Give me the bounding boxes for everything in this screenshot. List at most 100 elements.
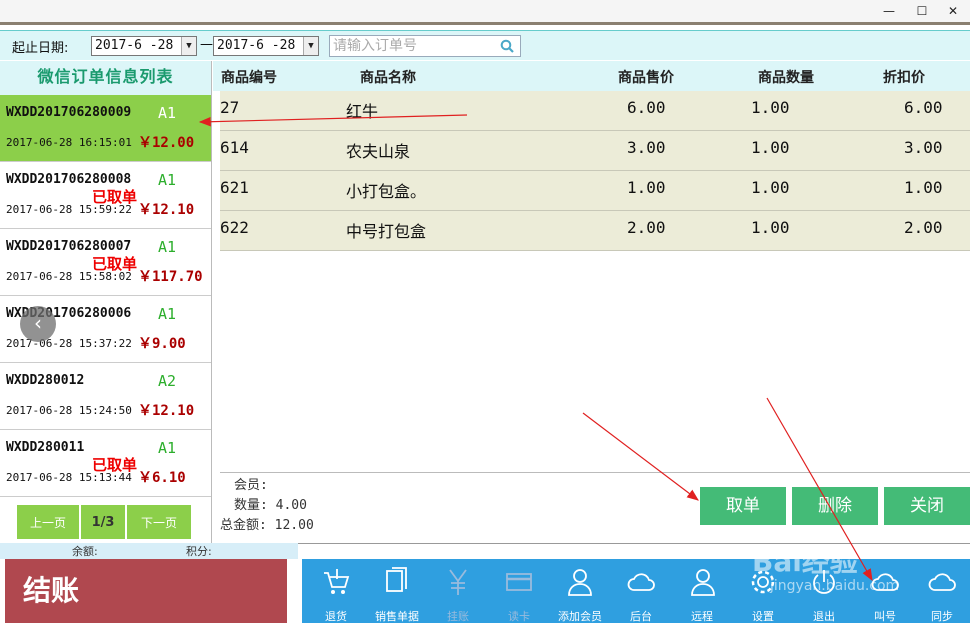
- search-icon[interactable]: [500, 39, 514, 53]
- tool-label: 读卡: [508, 610, 530, 623]
- tool-return[interactable]: 退货: [308, 559, 364, 623]
- col-product-code: 商品编号: [221, 70, 277, 86]
- product-price: 6.00: [627, 98, 666, 117]
- take-order-button[interactable]: 取单: [700, 487, 786, 525]
- watermark-brand: Bai经验: [752, 545, 858, 578]
- table-row[interactable]: 614 农夫山泉 3.00 1.00 3.00: [220, 131, 970, 171]
- points-label: 积分:: [186, 545, 212, 558]
- tool-label: 退货: [325, 610, 347, 623]
- table-row[interactable]: 622 中号打包盒 2.00 1.00 2.00: [220, 211, 970, 251]
- next-page-button[interactable]: 下一页: [126, 504, 192, 540]
- product-discount: 2.00: [904, 218, 943, 237]
- tool-backend[interactable]: 后台: [613, 559, 669, 623]
- tool-remote[interactable]: 远程: [674, 559, 730, 623]
- start-date-picker[interactable]: 2017-6 -28 ▼: [91, 36, 197, 56]
- table-row[interactable]: 621 小打包盒。 1.00 1.00 1.00: [220, 171, 970, 211]
- order-amount: ￥12.10: [138, 403, 195, 419]
- qty-value: 4.00: [275, 498, 307, 513]
- product-qty: 1.00: [751, 218, 790, 237]
- product-table-body: 27 红牛 6.00 1.00 6.00 614 农夫山泉 3.00 1.00 …: [220, 91, 970, 251]
- watermark-url: jingyan.baidu.com: [770, 578, 900, 594]
- product-qty: 1.00: [751, 98, 790, 117]
- filter-bar: 起止日期: 2017-6 -28 ▼ — 2017-6 -28 ▼: [0, 30, 970, 60]
- pos-wechat-order-window: — ☐ ✕ 起止日期: 2017-6 -28 ▼ — 2017-6 -28 ▼ …: [0, 0, 970, 623]
- dropdown-arrow-icon[interactable]: ▼: [303, 37, 318, 55]
- yen-icon: [449, 569, 467, 595]
- product-discount: 6.00: [904, 98, 943, 117]
- start-date-value: 2017-6 -28: [95, 38, 174, 53]
- checkout-button[interactable]: 结账: [5, 559, 287, 623]
- col-discount-price: 折扣价: [883, 70, 925, 86]
- order-time: 2017-06-28 16:15:01: [6, 136, 132, 149]
- users-icon: [691, 569, 715, 596]
- order-item[interactable]: WXDD201706280008 A1 已取单 2017-06-28 15:59…: [0, 162, 211, 229]
- tool-credit[interactable]: 挂账: [430, 559, 486, 623]
- order-number: WXDD201706280007: [6, 239, 132, 254]
- order-amount: ￥117.70: [138, 269, 203, 285]
- order-item[interactable]: WXDD280012 A2 2017-06-28 15:24:50 ￥12.10: [0, 363, 211, 430]
- order-search-box[interactable]: [329, 35, 521, 57]
- cloud-icon: [928, 573, 956, 591]
- maximize-button[interactable]: ☐: [907, 2, 937, 20]
- dropdown-arrow-icon[interactable]: ▼: [181, 37, 196, 55]
- tool-add-member[interactable]: 添加会员: [552, 559, 608, 623]
- minimize-button[interactable]: —: [874, 2, 904, 20]
- order-time: 2017-06-28 15:58:02: [6, 270, 132, 283]
- title-strip: [0, 22, 970, 25]
- product-name: 红牛: [346, 102, 379, 121]
- product-code: 614: [220, 138, 249, 157]
- order-table: A1: [158, 439, 177, 457]
- order-search-input[interactable]: [333, 38, 493, 54]
- tool-label: 同步: [931, 610, 953, 623]
- tool-read-card[interactable]: 读卡: [491, 559, 547, 623]
- col-product-name: 商品名称: [360, 70, 416, 86]
- order-item[interactable]: WXDD201706280007 A1 已取单 2017-06-28 15:58…: [0, 229, 211, 296]
- tool-label: 叫号: [874, 610, 896, 623]
- table-row[interactable]: 27 红牛 6.00 1.00 6.00: [220, 91, 970, 131]
- tool-label: 远程: [691, 610, 713, 623]
- product-price: 2.00: [627, 218, 666, 237]
- order-list-panel: 微信订单信息列表 WXDD201706280009 A1 2017-06-28 …: [0, 61, 212, 543]
- close-button[interactable]: 关闭: [884, 487, 970, 525]
- tool-label: 设置: [752, 610, 774, 623]
- product-code: 621: [220, 178, 249, 197]
- member-label: 会员:: [234, 478, 268, 493]
- order-table: A1: [158, 171, 177, 189]
- product-qty: 1.00: [751, 178, 790, 197]
- order-amount: ￥6.10: [138, 470, 186, 486]
- order-time: 2017-06-28 15:24:50: [6, 404, 132, 417]
- tool-label: 添加会员: [558, 610, 602, 623]
- close-window-button[interactable]: ✕: [938, 2, 968, 20]
- tool-label: 退出: [813, 610, 835, 623]
- product-price: 3.00: [627, 138, 666, 157]
- delete-button[interactable]: 删除: [792, 487, 878, 525]
- tool-sync[interactable]: 同步: [914, 559, 970, 623]
- input-strip: [298, 543, 970, 559]
- date-range-label: 起止日期:: [12, 41, 69, 56]
- order-list-title: 微信订单信息列表: [0, 61, 211, 95]
- table-divider: [220, 472, 970, 473]
- end-date-picker[interactable]: 2017-6 -28 ▼: [213, 36, 319, 56]
- order-item[interactable]: WXDD201706280009 A1 2017-06-28 16:15:01 …: [0, 95, 211, 162]
- product-price: 1.00: [627, 178, 666, 197]
- product-name: 中号打包盒: [346, 222, 427, 241]
- date-separator: —: [200, 37, 213, 52]
- order-amount: ￥12.10: [138, 202, 195, 218]
- order-table: A1: [158, 238, 177, 256]
- order-item[interactable]: WXDD280011 A1 已取单 2017-06-28 15:13:44 ￥6…: [0, 430, 211, 497]
- cart-icon: [324, 569, 350, 594]
- balance-label: 余额:: [72, 545, 98, 558]
- product-qty: 1.00: [751, 138, 790, 157]
- product-discount: 1.00: [904, 178, 943, 197]
- chevron-left-icon[interactable]: ‹: [20, 306, 56, 342]
- product-name: 小打包盒。: [346, 182, 427, 201]
- product-discount: 3.00: [904, 138, 943, 157]
- tool-sales-receipts[interactable]: 销售单据: [369, 559, 425, 623]
- order-number: WXDD280011: [6, 440, 85, 455]
- total-label: 总金额:: [220, 518, 267, 533]
- order-number: WXDD201706280009: [6, 105, 132, 120]
- arrow-to-take-button: [582, 412, 699, 501]
- qty-label: 数量:: [234, 498, 268, 513]
- total-value: 12.00: [274, 518, 314, 533]
- prev-page-button[interactable]: 上一页: [16, 504, 80, 540]
